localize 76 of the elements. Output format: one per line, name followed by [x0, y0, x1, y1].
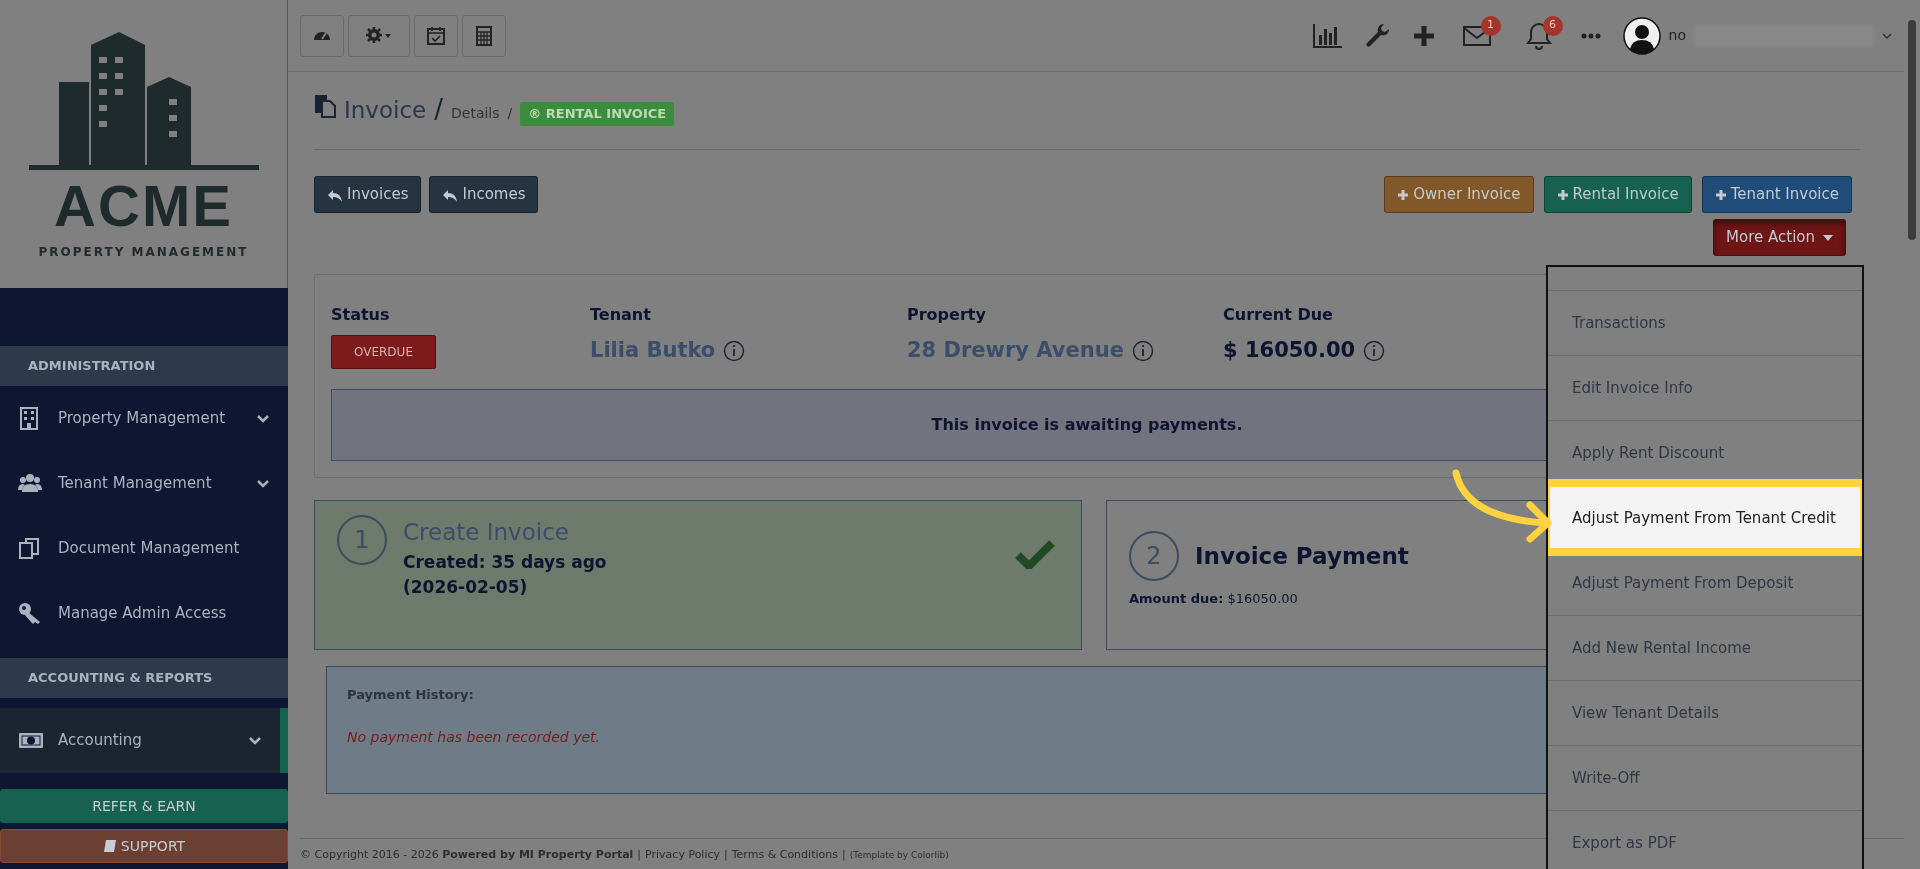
section-heading: ADMINISTRATION — [0, 346, 288, 386]
plus-icon — [1397, 188, 1410, 201]
chevron-down-icon[interactable] — [1882, 32, 1892, 39]
section-heading: ACCOUNTING & REPORTS — [0, 658, 288, 698]
column-heading: Status — [331, 304, 391, 326]
empty-message: No payment has been recorded yet. — [347, 727, 601, 747]
footer-link[interactable]: Privacy Policy — [645, 846, 721, 863]
status-badge: OVERDUE — [331, 335, 436, 369]
sidebar-item[interactable]: Accounting — [0, 708, 288, 773]
sidebar-item[interactable]: Manage Admin Access — [0, 581, 288, 646]
plus-icon — [1714, 188, 1727, 201]
bar-chart-icon[interactable] — [1312, 22, 1343, 49]
menu-item[interactable]: Adjust Payment From Deposit — [1548, 550, 1862, 615]
info-icon[interactable] — [1131, 339, 1154, 362]
column-heading: Current Due — [1223, 304, 1334, 326]
menu-item[interactable]: Export as PDF — [1548, 810, 1862, 869]
column-heading: Property — [907, 304, 987, 326]
menu-item[interactable]: Edit Invoice Info — [1548, 355, 1862, 420]
breadcrumb-separator: / — [507, 104, 513, 123]
step-title: Invoice Payment — [1195, 541, 1409, 571]
toolbar-button[interactable] — [462, 14, 506, 57]
logo-text: ACME — [54, 177, 233, 235]
info-icon[interactable] — [723, 339, 746, 362]
breadcrumb-separator: / — [434, 93, 443, 126]
invoice-type-label: ® RENTAL INVOICE — [520, 102, 675, 126]
step-number: 2 — [1129, 531, 1179, 581]
plus-icon — [1556, 188, 1569, 201]
book-icon — [102, 839, 117, 853]
footer-separator: | — [724, 846, 728, 863]
sidebar-item[interactable]: Tenant Management — [0, 451, 288, 516]
value-link[interactable]: 28 Drewry Avenue — [907, 335, 1124, 367]
value-link[interactable]: Lilia Butko — [590, 335, 716, 367]
amount-text: $ 16050.00 — [1223, 337, 1356, 364]
sidebar-item[interactable]: Document Management — [0, 516, 288, 581]
caret-down-icon — [1823, 234, 1833, 241]
count-badge: 6 — [1542, 15, 1563, 36]
user-name[interactable]: no — [1668, 25, 1686, 46]
menu-item[interactable]: Write-Off — [1548, 745, 1862, 810]
more-icon[interactable] — [1580, 32, 1601, 39]
rental-invoice-button[interactable]: Rental Invoice — [1543, 176, 1692, 213]
owner-invoice-button[interactable]: Owner Invoice — [1384, 176, 1534, 213]
gear-icon — [365, 25, 393, 46]
back-button[interactable]: Invoices — [314, 176, 422, 213]
menu-item[interactable]: View Tenant Details — [1548, 680, 1862, 745]
panel-title: Payment History: — [347, 686, 475, 704]
more-action-button[interactable]: More Action — [1713, 219, 1846, 256]
calculator-icon — [474, 25, 494, 46]
count-badge: 1 — [1480, 15, 1501, 36]
sidebar-item[interactable]: Property Management — [0, 386, 288, 451]
menu-item[interactable]: Transactions — [1548, 290, 1862, 355]
footer-link[interactable]: Terms & Conditions — [731, 846, 838, 863]
menu-item[interactable]: Add New Rental Income — [1548, 615, 1862, 680]
footer-separator: | — [841, 846, 846, 863]
toolbar-button[interactable] — [300, 14, 344, 57]
plus-icon[interactable] — [1412, 24, 1435, 47]
footer-separator: | — [637, 846, 642, 863]
step-detail: Created: 35 days ago (2026-02-05) — [403, 550, 608, 599]
step-detail: Amount due: $16050.00 — [1129, 590, 1299, 608]
calendar-icon — [426, 25, 446, 46]
copyright-text: © Copyright 2016 - 2026 Powered by MI Property Portal — [300, 846, 634, 863]
toolbar-button[interactable] — [414, 14, 458, 57]
avatar-icon[interactable] — [1622, 16, 1661, 55]
page-title: Invoice — [344, 96, 427, 125]
info-icon[interactable] — [1363, 339, 1386, 362]
toolbar-button[interactable] — [348, 14, 410, 57]
support-button[interactable]: SUPPORT — [0, 829, 288, 863]
tenant-invoice-button[interactable]: Tenant Invoice — [1701, 176, 1852, 213]
column-heading: Tenant — [590, 304, 652, 326]
documents-icon — [314, 94, 336, 118]
back-button[interactable]: Incomes — [429, 176, 539, 213]
template-credit: (Template by Colorlib) — [849, 848, 949, 862]
wrench-icon[interactable] — [1364, 22, 1391, 49]
refer-button[interactable]: REFER & EARN — [0, 789, 288, 823]
checkmark-icon — [1015, 539, 1055, 569]
logo-subtitle: PROPERTY MANAGEMENT — [38, 244, 249, 261]
breadcrumb-link[interactable]: Details — [451, 103, 500, 124]
